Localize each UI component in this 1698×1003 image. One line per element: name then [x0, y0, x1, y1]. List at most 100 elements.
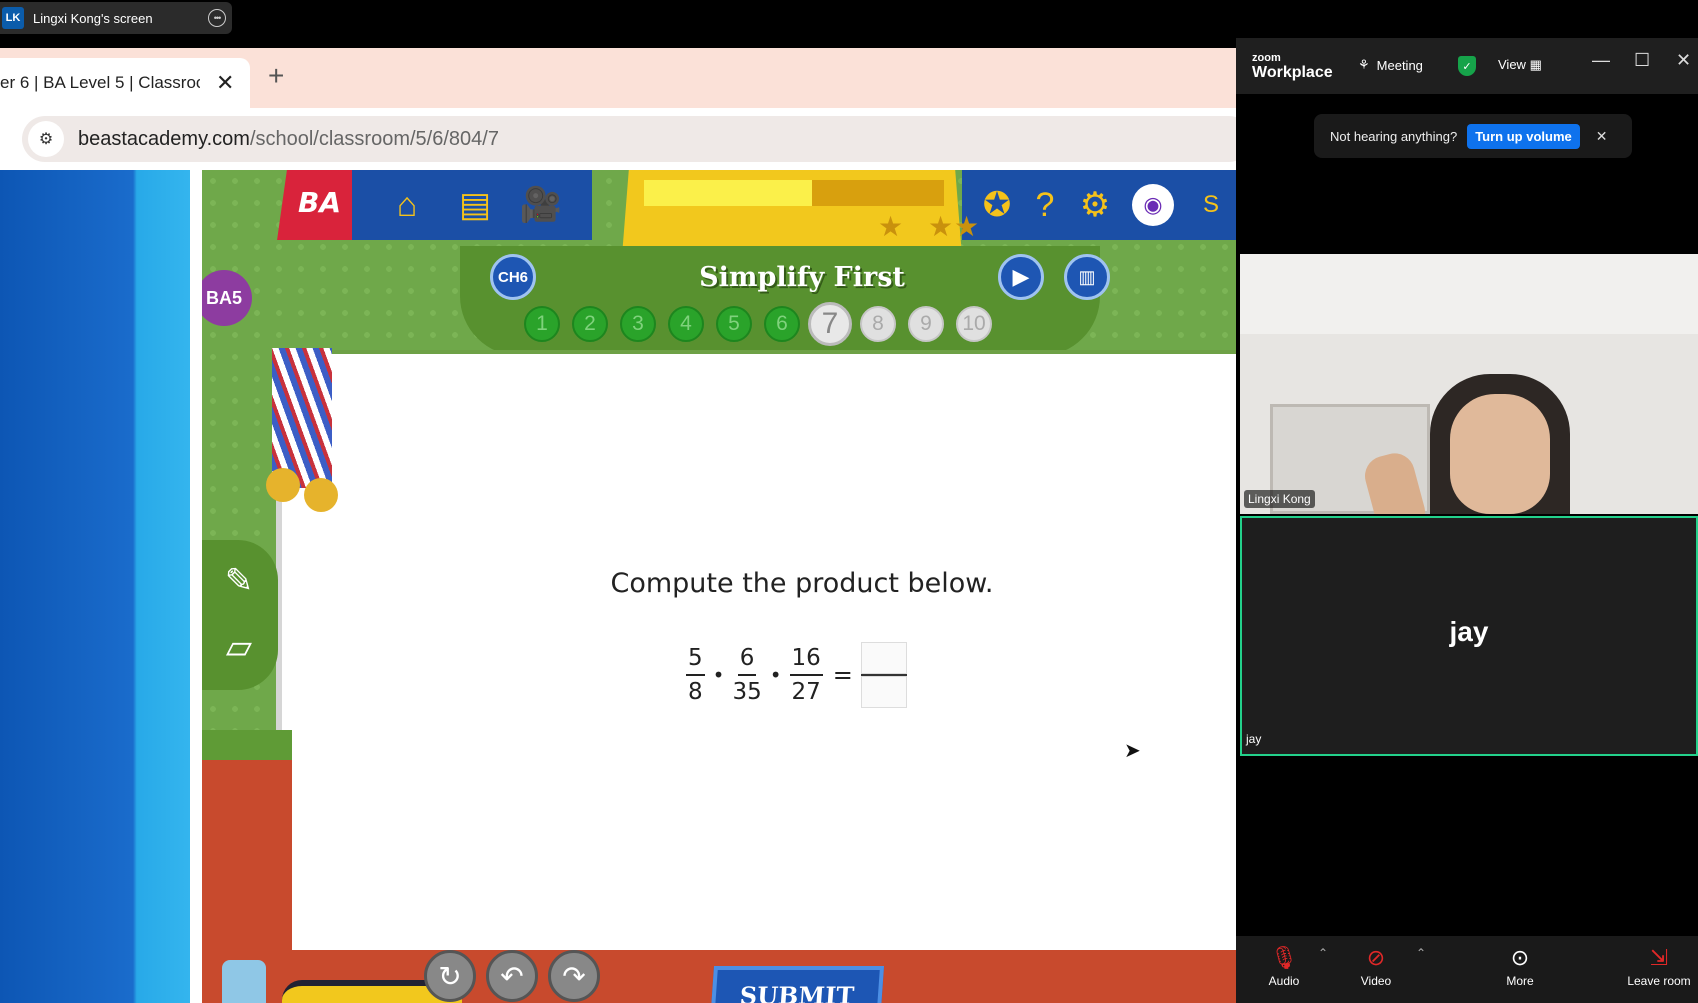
problem-button-2[interactable]: 2: [572, 306, 608, 342]
video-label: Video: [1360, 974, 1392, 988]
presenter-avatar: LK: [2, 7, 24, 29]
answer-denominator-input[interactable]: [860, 676, 907, 708]
lesson-title: Simplify First: [699, 262, 905, 293]
video-off-icon: ⊘: [1366, 945, 1386, 970]
problem-button-10[interactable]: 10: [956, 306, 992, 342]
view-label: View: [1498, 57, 1526, 72]
numerator: 5: [686, 645, 705, 676]
screen-share-indicator[interactable]: LK Lingxi Kong's screen •••: [0, 2, 232, 34]
video-tile-lingxi[interactable]: Lingxi Kong: [1240, 254, 1698, 514]
question-text: Compute the product below.: [610, 568, 994, 599]
meeting-info-button[interactable]: ⚘ Meeting: [1358, 57, 1423, 73]
medal-ribbon: [272, 348, 332, 488]
more-label: More: [1506, 974, 1534, 988]
tab-title: er 6 | BA Level 5 | Classroo: [0, 73, 200, 92]
medal-icon: [304, 478, 338, 512]
gear-icon[interactable]: ⚙: [1074, 184, 1116, 226]
video-options-chevron-icon[interactable]: ⌃: [1416, 946, 1426, 960]
redo-icon[interactable]: ↷: [548, 950, 600, 1002]
play-icon[interactable]: ▶: [998, 254, 1044, 300]
fraction-2: 6 35: [732, 645, 761, 705]
answer-numerator-input[interactable]: [860, 642, 907, 674]
problem-button-5[interactable]: 5: [716, 306, 752, 342]
leave-label: Leave room: [1627, 974, 1691, 988]
chapter-badge[interactable]: CH6: [490, 254, 536, 300]
participant-face: [1450, 394, 1550, 514]
book-icon[interactable]: ▤: [454, 184, 496, 226]
screen-share-bar: LK Lingxi Kong's screen •••: [0, 0, 1698, 38]
left-background-panel: [0, 170, 190, 1003]
help-icon[interactable]: ?: [1024, 184, 1066, 226]
view-button[interactable]: View ▦: [1498, 57, 1542, 73]
tab-strip: er 6 | BA Level 5 | Classroo ✕ +: [0, 48, 1236, 108]
audio-button[interactable]: 🎙 Audio: [1264, 944, 1304, 988]
screen-share-title: Lingxi Kong's screen: [33, 10, 153, 26]
ba-logo[interactable]: BA: [298, 186, 341, 219]
undo-icon[interactable]: ↶: [486, 950, 538, 1002]
maximize-icon[interactable]: ☐: [1634, 50, 1650, 71]
close-window-icon[interactable]: ✕: [1676, 50, 1691, 71]
game-area: BA ⌂ ▤ 🎥 ★ ★ ★ ✪ ? ⚙ ◉ S CH6 Simplify Fi…: [202, 170, 1236, 1003]
level-badge[interactable]: BA5: [202, 270, 252, 326]
award-icon[interactable]: ✪: [976, 184, 1018, 226]
new-tab-icon[interactable]: +: [268, 60, 284, 92]
zoom-panel: zoom Workplace ⚘ Meeting ✓ View ▦ — ☐ ✕ …: [1236, 38, 1698, 1003]
video-camera-icon[interactable]: 🎥: [520, 184, 562, 226]
meeting-icon: ⚘: [1358, 57, 1370, 72]
minimize-icon[interactable]: —: [1592, 50, 1610, 71]
mouse-cursor-icon: ➤: [1124, 740, 1141, 762]
numerator: 6: [737, 645, 757, 676]
zoom-logo-small: zoom: [1252, 52, 1281, 64]
audio-options-chevron-icon[interactable]: ⌃: [1318, 946, 1328, 960]
equals-sign: =: [832, 661, 853, 689]
close-tab-icon[interactable]: ✕: [216, 70, 234, 96]
pencil-icon[interactable]: ✎: [214, 556, 264, 606]
video-button[interactable]: ⊘ Video: [1354, 944, 1398, 988]
multiply-dot: •: [769, 663, 782, 687]
problem-button-8[interactable]: 8: [860, 306, 896, 342]
denominator: 8: [688, 679, 703, 705]
leave-room-button[interactable]: ⇲ Leave room: [1624, 944, 1694, 988]
problem-button-9[interactable]: 9: [908, 306, 944, 342]
profile-icon[interactable]: ◉: [1132, 184, 1174, 226]
ellipsis-icon[interactable]: •••: [208, 9, 226, 27]
browser-tab-active[interactable]: er 6 | BA Level 5 | Classroo ✕: [0, 58, 250, 108]
video-background: [1240, 254, 1698, 334]
participant-name-label: jay: [1246, 732, 1262, 746]
zoom-title-bar: zoom Workplace ⚘ Meeting ✓ View ▦ — ☐ ✕: [1236, 38, 1698, 94]
grid-icon: ▦: [1529, 57, 1542, 72]
answer-fraction: [860, 642, 907, 708]
video-tile-jay[interactable]: jay jay: [1240, 516, 1698, 756]
multiply-dot: •: [712, 663, 725, 687]
numerator: 16: [789, 645, 823, 676]
left-divider: [190, 170, 202, 1003]
more-button[interactable]: ⊙ More: [1500, 944, 1540, 988]
participant-name-label: Lingxi Kong: [1244, 490, 1315, 508]
product-expression: 58 • 6 35 • 16 27 =: [684, 642, 907, 708]
guide-book-icon[interactable]: ▥: [1064, 254, 1110, 300]
water-bottle-decoration: [222, 960, 266, 1003]
denominator: 35: [732, 679, 762, 705]
participant-display-name: jay: [1449, 616, 1489, 647]
turn-up-volume-button[interactable]: Turn up volume: [1467, 123, 1580, 149]
home-icon[interactable]: ⌂: [386, 184, 428, 226]
reset-icon[interactable]: ↻: [424, 950, 476, 1002]
shared-browser-window: er 6 | BA Level 5 | Classroo ✕ + ⚙ beast…: [0, 48, 1236, 1003]
beast-academy-app: BA ⌂ ▤ 🎥 ★ ★ ★ ✪ ? ⚙ ◉ S CH6 Simplify Fi…: [0, 170, 1236, 1003]
encryption-shield-icon[interactable]: ✓: [1458, 56, 1476, 76]
submit-button[interactable]: SUBMIT: [709, 966, 885, 1003]
zoom-logo: Workplace: [1252, 64, 1333, 81]
site-settings-icon[interactable]: ⚙: [28, 121, 64, 157]
problem-button-3[interactable]: 3: [620, 306, 656, 342]
problem-button-4[interactable]: 4: [668, 306, 704, 342]
fraction-3: 16 27: [789, 645, 823, 705]
star-icon: ★: [878, 211, 904, 242]
more-ellipsis-icon: ⊙: [1510, 945, 1530, 970]
eraser-icon[interactable]: ▱: [214, 622, 264, 672]
problem-button-6[interactable]: 6: [764, 306, 800, 342]
url-field[interactable]: ⚙ beastacademy.com /school/classroom/5/6…: [22, 116, 1236, 162]
fraction-1: 58: [686, 645, 705, 705]
problem-button-1[interactable]: 1: [524, 306, 560, 342]
close-notice-icon[interactable]: ✕: [1596, 128, 1608, 145]
problem-button-7[interactable]: 7: [808, 302, 852, 346]
